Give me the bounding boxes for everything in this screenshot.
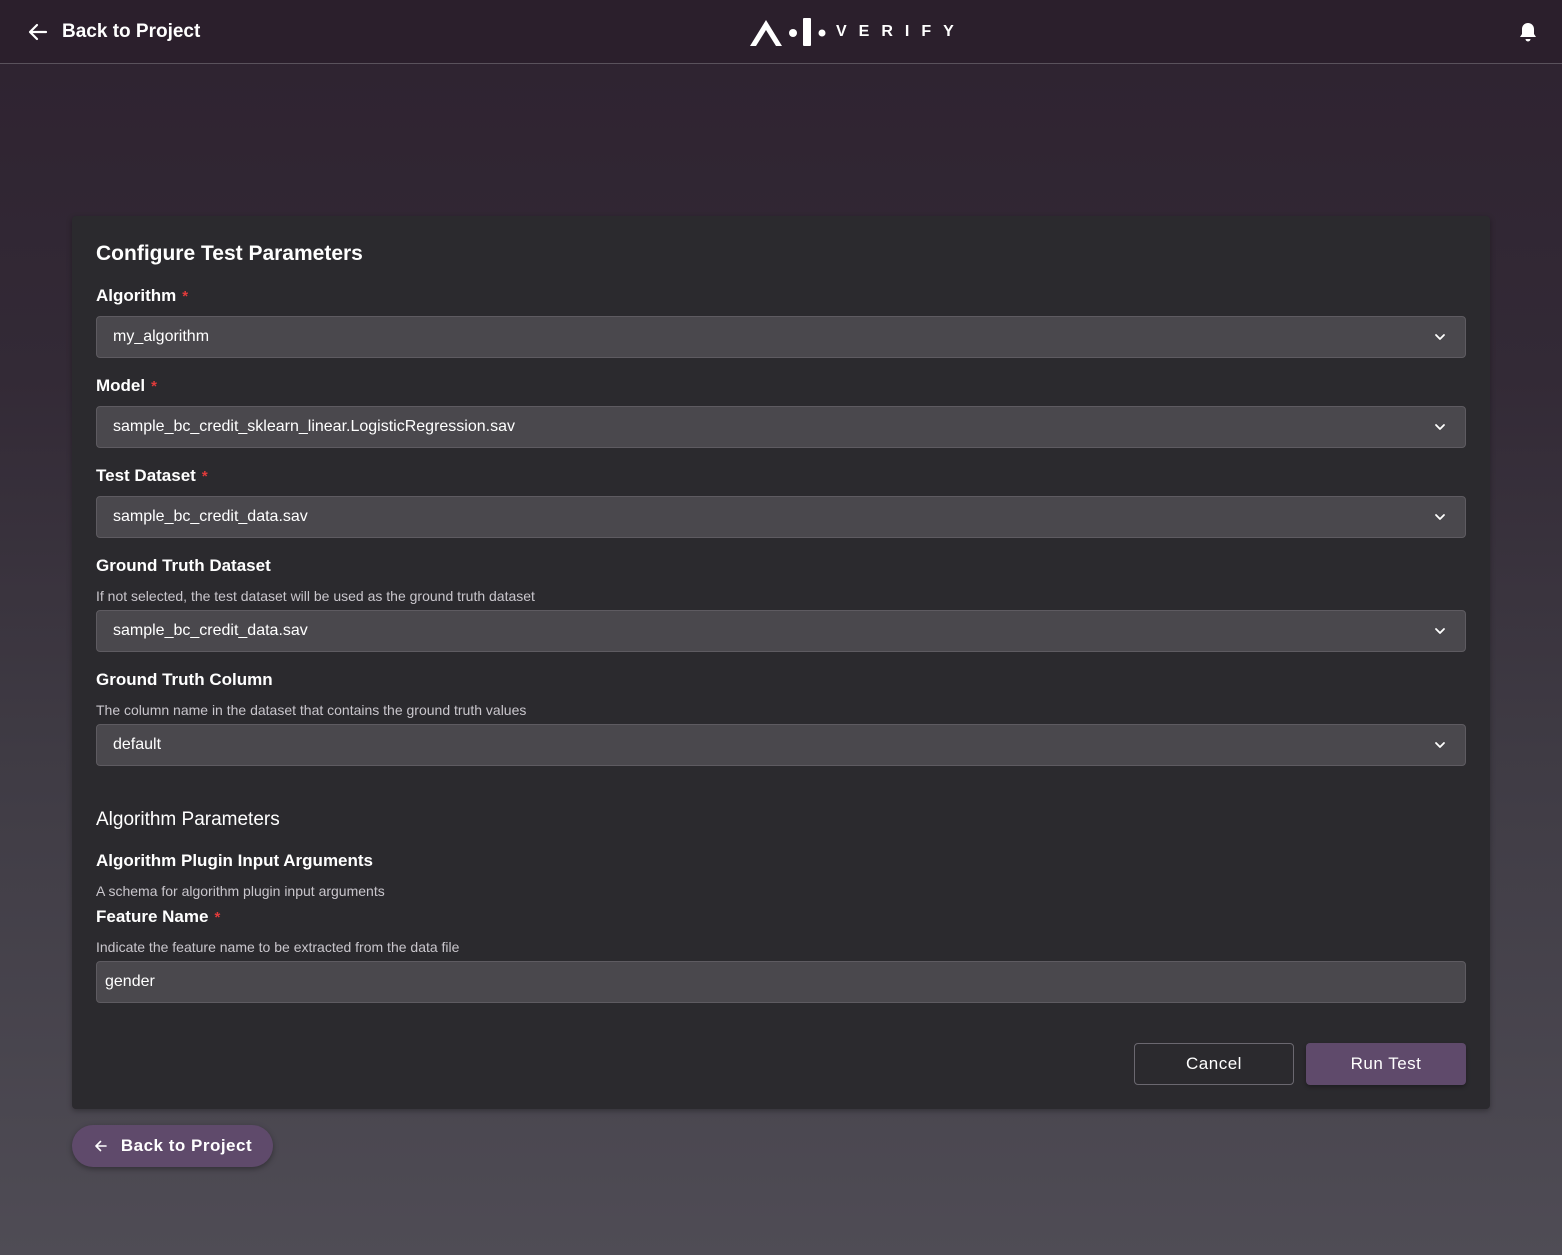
ground-truth-column-label: Ground Truth Column <box>96 670 273 690</box>
run-test-button[interactable]: Run Test <box>1306 1043 1466 1085</box>
required-asterisk: * <box>201 467 208 485</box>
logo-mark-icon <box>750 18 826 46</box>
back-to-project-link[interactable]: Back to Project <box>26 18 200 46</box>
ground-truth-dataset-select-value: sample_bc_credit_data.sav <box>113 622 308 639</box>
chevron-down-icon <box>1435 334 1445 340</box>
bell-icon[interactable] <box>1516 20 1540 44</box>
top-app-bar: Back to Project VERIFY <box>0 0 1562 64</box>
test-dataset-label-text: Test Dataset <box>96 466 196 485</box>
plugin-input-arguments-description: A schema for algorithm plugin input argu… <box>96 883 385 899</box>
ground-truth-dataset-label-text: Ground Truth Dataset <box>96 556 271 575</box>
chevron-down-icon <box>1435 424 1445 430</box>
ground-truth-column-label-text: Ground Truth Column <box>96 670 273 689</box>
algorithm-select-value: my_algorithm <box>113 328 210 345</box>
algorithm-label-text: Algorithm <box>96 286 177 305</box>
ground-truth-column-select[interactable]: default <box>96 724 1466 766</box>
back-to-project-button[interactable]: Back to Project <box>72 1125 273 1167</box>
chevron-down-icon <box>1435 514 1445 520</box>
test-dataset-label: Test Dataset * <box>96 466 208 486</box>
ground-truth-dataset-label: Ground Truth Dataset <box>96 556 271 576</box>
ground-truth-dataset-description: If not selected, the test dataset will b… <box>96 588 535 604</box>
arrow-left-icon <box>28 23 48 41</box>
test-dataset-select[interactable]: sample_bc_credit_data.sav <box>96 496 1466 538</box>
ground-truth-dataset-select[interactable]: sample_bc_credit_data.sav <box>96 610 1466 652</box>
ground-truth-column-description: The column name in the dataset that cont… <box>96 702 527 718</box>
required-asterisk: * <box>214 908 221 926</box>
aiverify-logo: VERIFY <box>748 16 966 48</box>
configure-test-card: Configure Test Parameters Algorithm * my… <box>72 216 1490 1109</box>
ground-truth-column-select-value: default <box>113 736 162 753</box>
model-label-text: Model <box>96 376 146 395</box>
feature-name-input[interactable] <box>96 961 1466 1003</box>
plugin-input-arguments-label: Algorithm Plugin Input Arguments <box>96 851 373 871</box>
required-asterisk: * <box>151 377 157 395</box>
test-dataset-select-value: sample_bc_credit_data.sav <box>113 508 308 525</box>
model-select-value: sample_bc_credit_sklearn_linear.Logistic… <box>113 418 515 435</box>
required-asterisk: * <box>182 287 189 305</box>
cancel-button[interactable]: Cancel <box>1134 1043 1294 1085</box>
back-to-project-label: Back to Project <box>62 21 201 42</box>
plugin-input-arguments-label-text: Algorithm Plugin Input Arguments <box>96 851 374 870</box>
chevron-down-icon <box>1435 628 1445 634</box>
algorithm-select[interactable]: my_algorithm <box>96 316 1466 358</box>
card-title: Configure Test Parameters <box>96 242 363 265</box>
model-label: Model * <box>96 376 157 396</box>
algorithm-parameters-title: Algorithm Parameters <box>96 809 280 830</box>
chevron-down-icon <box>1435 742 1445 748</box>
feature-name-label: Feature Name * <box>96 907 220 927</box>
back-to-project-button-label: Back to Project <box>120 1136 253 1155</box>
model-select[interactable]: sample_bc_credit_sklearn_linear.Logistic… <box>96 406 1466 448</box>
feature-name-label-text: Feature Name <box>96 907 209 926</box>
feature-name-description: Indicate the feature name to be extracte… <box>96 939 460 955</box>
algorithm-label: Algorithm * <box>96 286 188 306</box>
logo-wordmark: VERIFY <box>836 23 966 40</box>
arrow-left-icon <box>95 1140 107 1152</box>
